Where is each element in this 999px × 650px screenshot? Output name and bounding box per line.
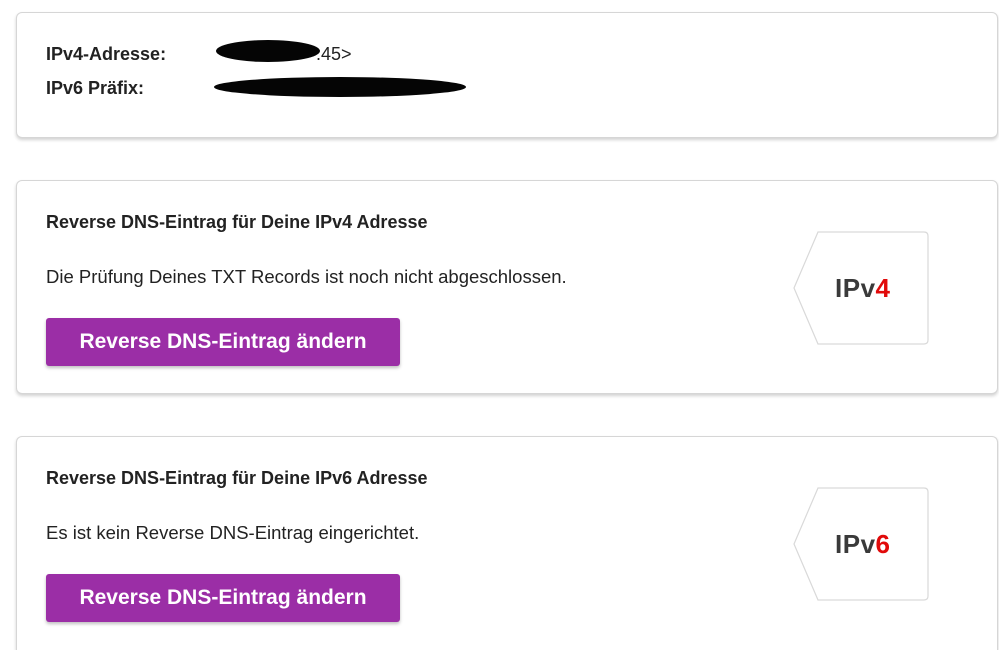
ipv6-change-reverse-dns-button[interactable]: Reverse DNS-Eintrag ändern (46, 574, 400, 622)
ipv4-status-text: Die Prüfung Deines TXT Records ist noch … (46, 266, 567, 287)
ipv6-status-text: Es ist kein Reverse DNS-Eintrag eingeric… (46, 522, 420, 543)
badge-prefix: IPv (835, 273, 876, 303)
badge-prefix: IPv (835, 529, 876, 559)
address-card: IPv4-Adresse: .45> IPv6 Präfix: (16, 12, 998, 138)
ipv4-address-label: IPv4-Adresse: (46, 44, 167, 64)
redacted-ipv4-prefix (216, 40, 320, 62)
ipv6-badge: IPv6 (793, 487, 929, 601)
ipv4-address-value: .45> (316, 44, 352, 64)
ipv4-badge: IPv4 (793, 231, 929, 345)
redacted-ipv6-prefix (214, 77, 466, 97)
badge-number: 6 (875, 529, 891, 559)
ipv6-section-title: Reverse DNS-Eintrag für Deine IPv6 Adres… (46, 468, 428, 488)
ipv4-change-reverse-dns-button[interactable]: Reverse DNS-Eintrag ändern (46, 318, 400, 366)
ipv6-reverse-dns-card: Reverse DNS-Eintrag für Deine IPv6 Adres… (16, 436, 998, 650)
ipv4-section-title: Reverse DNS-Eintrag für Deine IPv4 Adres… (46, 212, 428, 232)
ipv6-prefix-label: IPv6 Präfix: (46, 78, 145, 98)
badge-number: 4 (875, 273, 891, 303)
ipv4-badge-label: IPv4 (835, 273, 915, 304)
ipv6-badge-label: IPv6 (835, 529, 915, 560)
ipv4-reverse-dns-card: Reverse DNS-Eintrag für Deine IPv4 Adres… (16, 180, 998, 394)
